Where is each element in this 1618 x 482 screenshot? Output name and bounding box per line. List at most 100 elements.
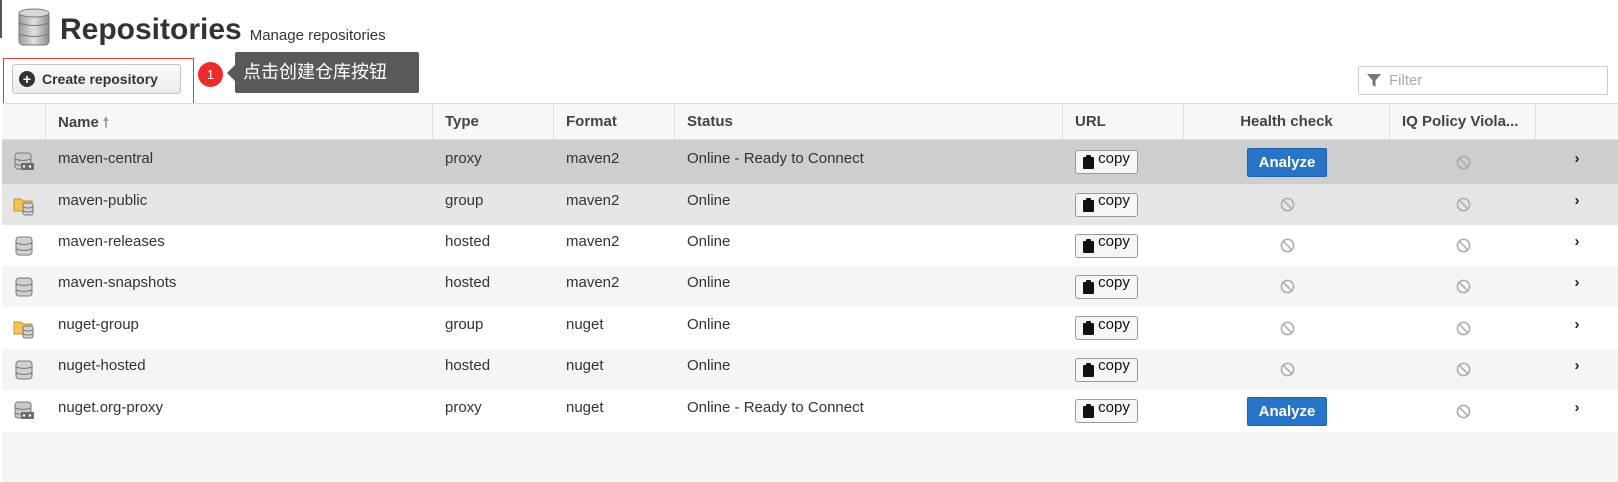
proxy-repo-icon <box>14 152 34 170</box>
analyze-button[interactable]: Analyze <box>1247 396 1327 426</box>
column-header-name[interactable]: Name 🠕 <box>46 104 433 140</box>
column-header-icon <box>2 104 46 140</box>
copy-url-button[interactable]: copy <box>1075 233 1138 258</box>
annotation-tooltip: 点击创建仓库按钮 <box>227 52 419 93</box>
left-edge-rule <box>0 0 2 38</box>
health-check-cell <box>1184 184 1390 225</box>
repo-name: maven-central <box>58 149 154 167</box>
page-header: Repositories Manage repositories <box>18 4 386 48</box>
copy-url-button[interactable]: copy <box>1075 150 1138 174</box>
iq-policy-cell <box>1390 349 1536 390</box>
copy-url-button[interactable]: copy <box>1075 192 1138 217</box>
not-available-icon <box>1280 238 1294 253</box>
clipboard-icon <box>1083 155 1095 169</box>
iq-policy-cell <box>1390 390 1536 432</box>
row-expand-cell[interactable]: › <box>1536 349 1618 390</box>
row-expand-cell[interactable]: › <box>1536 140 1618 184</box>
repo-status: Online <box>687 274 731 291</box>
hosted-repo-icon <box>15 360 33 379</box>
copy-url-button[interactable]: copy <box>1075 357 1138 382</box>
annotation-step-badge: 1 <box>198 62 223 87</box>
not-available-icon <box>1456 197 1470 212</box>
column-header-status[interactable]: Status <box>675 104 1063 140</box>
table-row-nuget.org-proxy[interactable]: nuget.org-proxy proxy nuget Online - Rea… <box>2 390 1618 432</box>
repo-type-icon-cell <box>2 390 46 432</box>
health-check-cell: Analyze <box>1184 140 1390 184</box>
column-header-actions <box>1536 104 1618 140</box>
sort-ascending-icon: 🠕 <box>102 114 109 130</box>
repo-name: maven-public <box>58 192 148 209</box>
repo-format: nuget <box>566 315 604 333</box>
repo-type-icon-cell <box>2 225 46 266</box>
repo-status: Online - Ready to Connect <box>687 398 864 416</box>
proxy-repo-icon <box>14 401 34 419</box>
column-header-health-check[interactable]: Health check <box>1184 104 1390 140</box>
health-check-cell <box>1184 225 1390 266</box>
page-title: Repositories <box>60 13 242 46</box>
row-expand-cell[interactable]: › <box>1536 266 1618 307</box>
filter-box[interactable] <box>1358 66 1608 95</box>
chevron-right-icon: › <box>1574 357 1580 374</box>
repo-type: proxy <box>445 398 482 416</box>
copy-label: copy <box>1098 192 1130 209</box>
plus-circle-icon: + <box>19 71 35 87</box>
repo-name: nuget.org-proxy <box>58 398 164 416</box>
copy-url-button[interactable]: copy <box>1075 399 1138 423</box>
column-header-url[interactable]: URL <box>1063 104 1184 140</box>
row-expand-cell[interactable]: › <box>1536 390 1618 432</box>
copy-url-button[interactable]: copy <box>1075 274 1138 299</box>
repo-format: maven2 <box>566 192 620 209</box>
table-row-maven-central[interactable]: maven-central proxy maven2 Online - Read… <box>2 140 1618 184</box>
clipboard-icon <box>1083 362 1095 377</box>
row-expand-cell[interactable]: › <box>1536 225 1618 266</box>
repo-type-icon-cell <box>2 140 46 184</box>
repo-type-icon-cell <box>2 266 46 307</box>
health-check-cell <box>1184 349 1390 390</box>
create-repository-label: Create repository <box>42 71 158 87</box>
repo-type: group <box>445 315 484 333</box>
chevron-right-icon: › <box>1574 398 1580 416</box>
repo-name: maven-releases <box>58 233 165 250</box>
iq-policy-cell <box>1390 307 1536 349</box>
repo-name: nuget-group <box>58 315 139 333</box>
copy-label: copy <box>1098 357 1130 374</box>
hosted-repo-icon <box>15 236 33 255</box>
health-check-cell <box>1184 307 1390 349</box>
group-repo-icon <box>13 198 34 215</box>
repo-name: nuget-hosted <box>58 357 146 374</box>
repo-type: proxy <box>445 149 482 167</box>
copy-url-button[interactable]: copy <box>1075 316 1138 340</box>
table-row-maven-releases[interactable]: maven-releases hosted maven2 Online copy… <box>2 225 1618 266</box>
repo-type: hosted <box>445 357 491 374</box>
table-row-maven-public[interactable]: maven-public group maven2 Online copy › <box>2 184 1618 225</box>
repo-name: maven-snapshots <box>58 274 177 291</box>
health-check-cell: Analyze <box>1184 390 1390 432</box>
analyze-button[interactable]: Analyze <box>1247 147 1327 177</box>
page-subtitle: Manage repositories <box>249 27 386 44</box>
not-available-icon <box>1280 197 1294 212</box>
repo-status: Online <box>687 357 731 374</box>
column-name-label: Name <box>58 114 99 131</box>
table-row-nuget-group[interactable]: nuget-group group nuget Online copy › <box>2 307 1618 349</box>
filter-input[interactable] <box>1387 71 1601 90</box>
table-row-maven-snapshots[interactable]: maven-snapshots hosted maven2 Online cop… <box>2 266 1618 307</box>
repo-format: maven2 <box>566 274 620 291</box>
repo-status: Online - Ready to Connect <box>687 149 864 167</box>
not-available-icon <box>1456 238 1470 253</box>
column-header-format[interactable]: Format <box>554 104 675 140</box>
repo-format: nuget <box>566 398 604 416</box>
column-header-iq-policy[interactable]: IQ Policy Viola... <box>1390 104 1536 140</box>
row-expand-cell[interactable]: › <box>1536 184 1618 225</box>
create-repository-button[interactable]: + Create repository <box>12 64 181 94</box>
column-header-type[interactable]: Type <box>433 104 554 140</box>
row-expand-cell[interactable]: › <box>1536 307 1618 349</box>
copy-label: copy <box>1098 398 1130 416</box>
iq-policy-cell <box>1390 266 1536 307</box>
not-available-icon <box>1280 279 1294 294</box>
chevron-right-icon: › <box>1574 233 1580 250</box>
repo-type: hosted <box>445 274 491 291</box>
table-row-nuget-hosted[interactable]: nuget-hosted hosted nuget Online copy › <box>2 349 1618 390</box>
clipboard-icon <box>1083 279 1095 294</box>
repo-type-icon-cell <box>2 349 46 390</box>
copy-label: copy <box>1098 149 1130 167</box>
